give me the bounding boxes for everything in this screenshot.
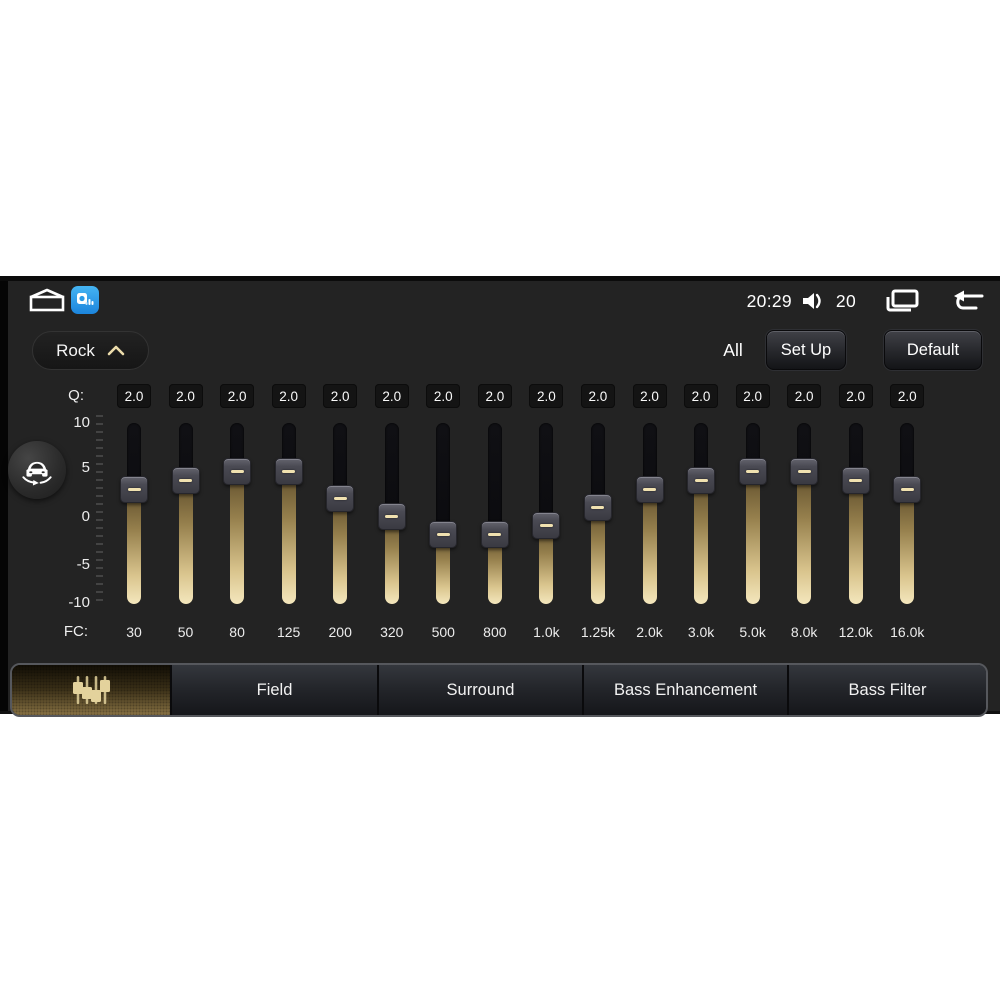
gain-scale-label: 10 xyxy=(73,414,90,431)
handle-grip-mark xyxy=(900,488,914,491)
q-value-badge[interactable]: 2.0 xyxy=(323,384,358,408)
q-value-badge[interactable]: 2.0 xyxy=(529,384,564,408)
q-value-badge[interactable]: 2.0 xyxy=(117,384,151,408)
band-slider-handle[interactable] xyxy=(480,521,509,548)
handle-grip-mark xyxy=(539,524,553,527)
band-slider-handle[interactable] xyxy=(738,458,767,485)
handle-grip-mark xyxy=(591,506,605,509)
gain-scale-ticks xyxy=(96,415,103,603)
band-slider-handle[interactable] xyxy=(274,458,303,485)
band-slider-handle[interactable] xyxy=(171,467,200,494)
band-slider-handle[interactable] xyxy=(790,458,819,485)
tab-field[interactable]: Field xyxy=(170,665,377,715)
q-value-badge[interactable]: 2.0 xyxy=(684,384,719,408)
band-slider-handle[interactable] xyxy=(223,458,252,485)
band-slider-handle[interactable] xyxy=(377,503,406,530)
bottom-tab-bar: Field Surround Bass Enhancement Bass Filter xyxy=(10,663,988,717)
band-slider-fill xyxy=(900,490,915,604)
band-slider-fill xyxy=(281,472,296,604)
tab-label: Field xyxy=(256,680,293,699)
q-value-badge[interactable]: 2.0 xyxy=(271,384,306,408)
tab-equalizer[interactable] xyxy=(12,665,170,715)
handle-grip-mark xyxy=(643,488,656,491)
q-value-badge[interactable]: 2.0 xyxy=(632,384,667,408)
q-value-badge[interactable]: 2.0 xyxy=(838,384,873,408)
handle-grip-mark xyxy=(127,488,141,491)
band-slider-handle[interactable] xyxy=(532,512,561,539)
fc-row-label: FC: xyxy=(63,623,88,640)
band-slider-fill xyxy=(127,490,141,604)
gain-scale-label: 0 xyxy=(81,508,90,525)
handle-grip-mark xyxy=(282,470,296,473)
handle-grip-mark xyxy=(797,470,811,473)
gain-scale-label: -10 xyxy=(68,594,90,611)
handle-grip-mark xyxy=(385,515,399,518)
q-value-badge[interactable]: 2.0 xyxy=(735,384,770,408)
band-slider-handle[interactable] xyxy=(429,521,458,548)
tab-bass-filter[interactable]: Bass Filter xyxy=(787,665,986,715)
band-slider-fill xyxy=(745,472,760,604)
car-360-icon xyxy=(22,461,52,486)
band-slider-fill xyxy=(642,490,657,604)
q-value-badge[interactable]: 2.0 xyxy=(477,384,512,408)
handle-grip-mark xyxy=(694,479,708,482)
handle-grip-mark xyxy=(488,533,502,536)
band-slider-handle[interactable] xyxy=(326,485,355,512)
band-frequency-label: 16.0k xyxy=(890,624,925,640)
tab-label: Bass Enhancement xyxy=(613,680,758,699)
band-slider-fill xyxy=(797,472,812,604)
band-slider-fill xyxy=(230,472,245,604)
car-settings-float-button[interactable] xyxy=(8,441,66,499)
handle-grip-mark xyxy=(179,479,193,482)
screen: 20:29 20 Rock All Set Up Default Q: FC: … xyxy=(0,0,1000,1000)
band-slider-fill xyxy=(694,481,709,604)
band-slider-fill xyxy=(333,499,348,604)
gain-scale-label: -5 xyxy=(76,556,90,573)
q-value-badge[interactable]: 2.0 xyxy=(580,384,615,408)
q-value-badge[interactable]: 2.0 xyxy=(220,384,255,408)
handle-grip-mark xyxy=(333,497,347,500)
tab-bass-enhancement[interactable]: Bass Enhancement xyxy=(582,665,787,715)
equalizer-screen: 20:29 20 Rock All Set Up Default Q: FC: … xyxy=(0,276,1000,717)
tab-label: Surround xyxy=(446,680,515,699)
handle-grip-mark xyxy=(849,479,863,482)
q-value-badge[interactable]: 2.0 xyxy=(787,384,822,408)
band-slider-fill xyxy=(384,517,399,604)
equalizer-sliders-icon xyxy=(73,676,110,704)
equalizer-area: Q: FC: 10 5 0 -5 -10 2.0 30 2.0 50 2.0 80 2.0 125 2.… xyxy=(0,281,1000,711)
q-value-badge[interactable]: 2.0 xyxy=(168,384,203,408)
band-slider-fill xyxy=(590,508,605,604)
band-slider-handle[interactable] xyxy=(120,476,148,503)
q-row-label: Q: xyxy=(68,387,84,404)
band-slider-handle[interactable] xyxy=(635,476,664,503)
handle-grip-mark xyxy=(230,470,244,473)
q-value-badge[interactable]: 2.0 xyxy=(426,384,461,408)
handle-grip-mark xyxy=(436,533,450,536)
handle-grip-mark xyxy=(746,470,760,473)
q-value-badge[interactable]: 2.0 xyxy=(374,384,409,408)
q-value-badge[interactable]: 2.0 xyxy=(890,384,925,408)
tab-surround[interactable]: Surround xyxy=(377,665,582,715)
band-slider-handle[interactable] xyxy=(583,494,612,521)
band-slider-handle[interactable] xyxy=(687,467,716,494)
band-slider-fill xyxy=(178,481,193,604)
tab-label: Bass Filter xyxy=(848,680,927,699)
band-slider-fill xyxy=(848,481,863,604)
band-slider-handle[interactable] xyxy=(893,476,922,503)
band-slider-handle[interactable] xyxy=(841,467,870,494)
